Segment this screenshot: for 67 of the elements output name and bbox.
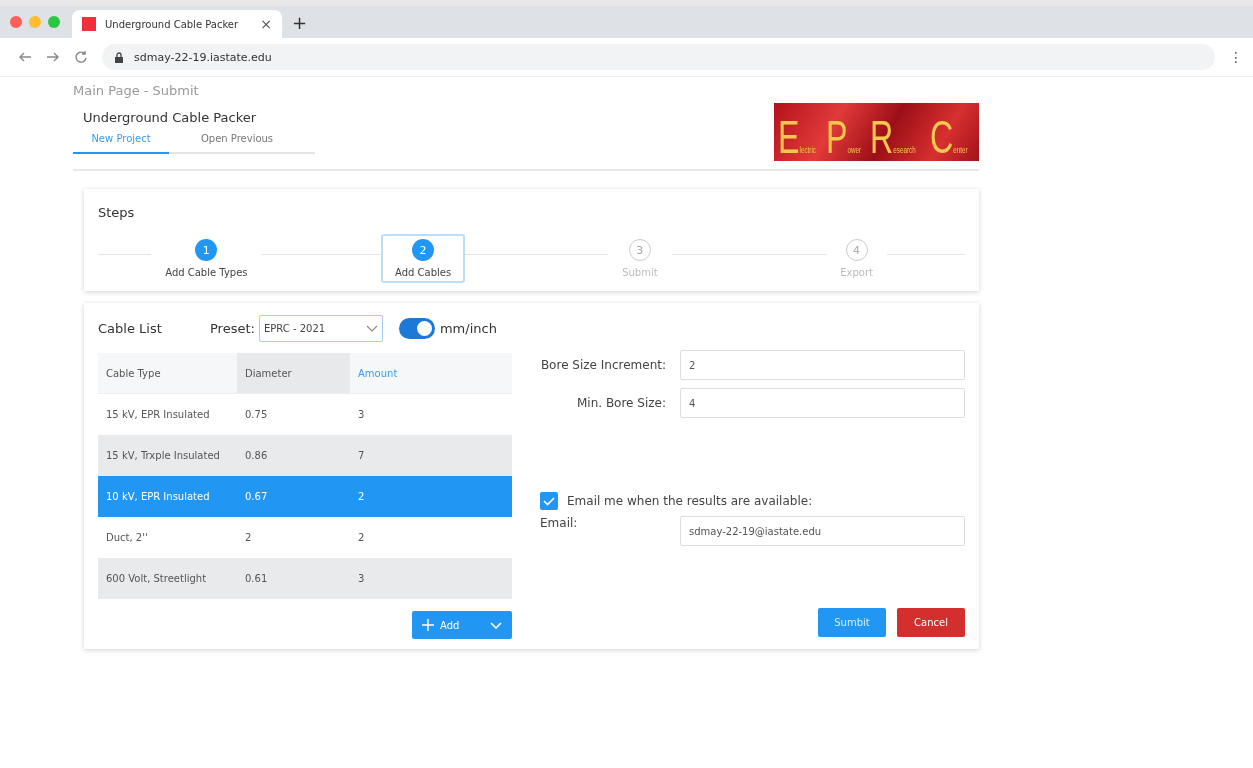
section-title: Cable List: [98, 320, 163, 336]
close-icon[interactable]: ×: [260, 16, 272, 32]
step-label: Add Cable Types: [165, 267, 248, 278]
table-cell-text: 15 kV, Trxple Insulated: [105, 449, 221, 463]
email-field[interactable]: sdmay-22-19@iastate.edu: [680, 516, 965, 546]
step-label: Export: [840, 267, 873, 278]
field-label: Bore Size Increment:: [540, 358, 667, 372]
toggle-switch[interactable]: [398, 317, 435, 339]
column-header[interactable]: Diameter: [237, 353, 350, 393]
menu-icon[interactable]: ⋮: [1229, 49, 1243, 65]
input-field[interactable]: 2: [680, 350, 965, 380]
plus-icon: [422, 619, 434, 631]
input-field[interactable]: 4: [680, 388, 965, 418]
chevron-down-icon: [490, 621, 502, 629]
step[interactable]: 2 Add Cables: [381, 234, 466, 283]
table-cell-text: 0.86: [244, 449, 269, 463]
checkbox-label: Email me when the results are available:: [567, 494, 813, 508]
app-title: Underground Cable Packer: [82, 110, 258, 125]
logo-word: Center: [929, 119, 968, 156]
toggle-label: mm/inch: [439, 320, 497, 336]
step-number: 1: [195, 239, 218, 261]
breadcrumb: Main Page - Submit: [73, 83, 200, 98]
table-row[interactable]: 600 Volt, Streetlight 0.61 3: [98, 558, 512, 599]
field-label: Min. Bore Size:: [575, 396, 667, 410]
column-header[interactable]: Cable Type: [98, 353, 237, 393]
table-cell-text: 10 kV, EPR Insulated: [105, 490, 211, 504]
step-label: Add Cables: [395, 267, 452, 278]
checkbox[interactable]: [540, 492, 558, 510]
table-cell-text: 0.67: [244, 490, 269, 504]
preset-dropdown[interactable]: EPRC - 2021: [258, 314, 383, 342]
cancel-button[interactable]: Cancel: [897, 608, 965, 637]
new-tab-button[interactable]: +: [292, 11, 308, 33]
chevron-down-icon: [365, 324, 378, 332]
table-cell-text: Duct, 2'': [105, 531, 149, 545]
step-number: 2: [412, 239, 435, 261]
logo-word: Electric: [778, 119, 816, 156]
table-cell-text: 3: [357, 572, 366, 586]
window-control-icon: [29, 16, 41, 28]
field-label: Email:: [540, 516, 579, 530]
address-field[interactable]: sdmay-22-19.iastate.edu: [102, 44, 1215, 70]
step-label: Submit: [622, 267, 658, 278]
browser-tab[interactable]: Underground Cable Packer ×: [72, 10, 282, 38]
table-cell-text: 0.75: [244, 408, 269, 422]
table-cell-text: 2: [244, 531, 253, 545]
window-control-icon: [48, 16, 60, 28]
logo-word: Research: [870, 119, 917, 156]
table-cell-text: 600 Volt, Streetlight: [105, 572, 208, 586]
reload-icon: [74, 50, 88, 64]
table-cell-text: 2: [357, 531, 366, 545]
table-cell-text: 15 kV, EPR Insulated: [105, 408, 211, 422]
tab-title: Underground Cable Packer: [105, 18, 240, 30]
preset-label: Preset:: [210, 320, 255, 336]
lock-icon: [114, 51, 124, 63]
table-cell-text: 2: [357, 490, 366, 504]
table-cell-text: 3: [357, 408, 366, 422]
window-control-icon: [10, 16, 22, 28]
back-icon: [18, 50, 32, 64]
table-cell-text: 7: [357, 449, 366, 463]
step-number: 3: [628, 239, 651, 261]
card-title: Steps: [98, 205, 136, 220]
step-number: 4: [845, 239, 868, 261]
forward-icon: [46, 50, 60, 64]
table-cell-text: 0.61: [244, 572, 269, 586]
nav-tab[interactable]: Open Previous: [169, 133, 305, 152]
table-row[interactable]: 15 kV, Trxple Insulated 0.86 7: [98, 435, 512, 476]
logo-word: Power: [826, 119, 862, 156]
favicon-icon: [82, 17, 96, 31]
